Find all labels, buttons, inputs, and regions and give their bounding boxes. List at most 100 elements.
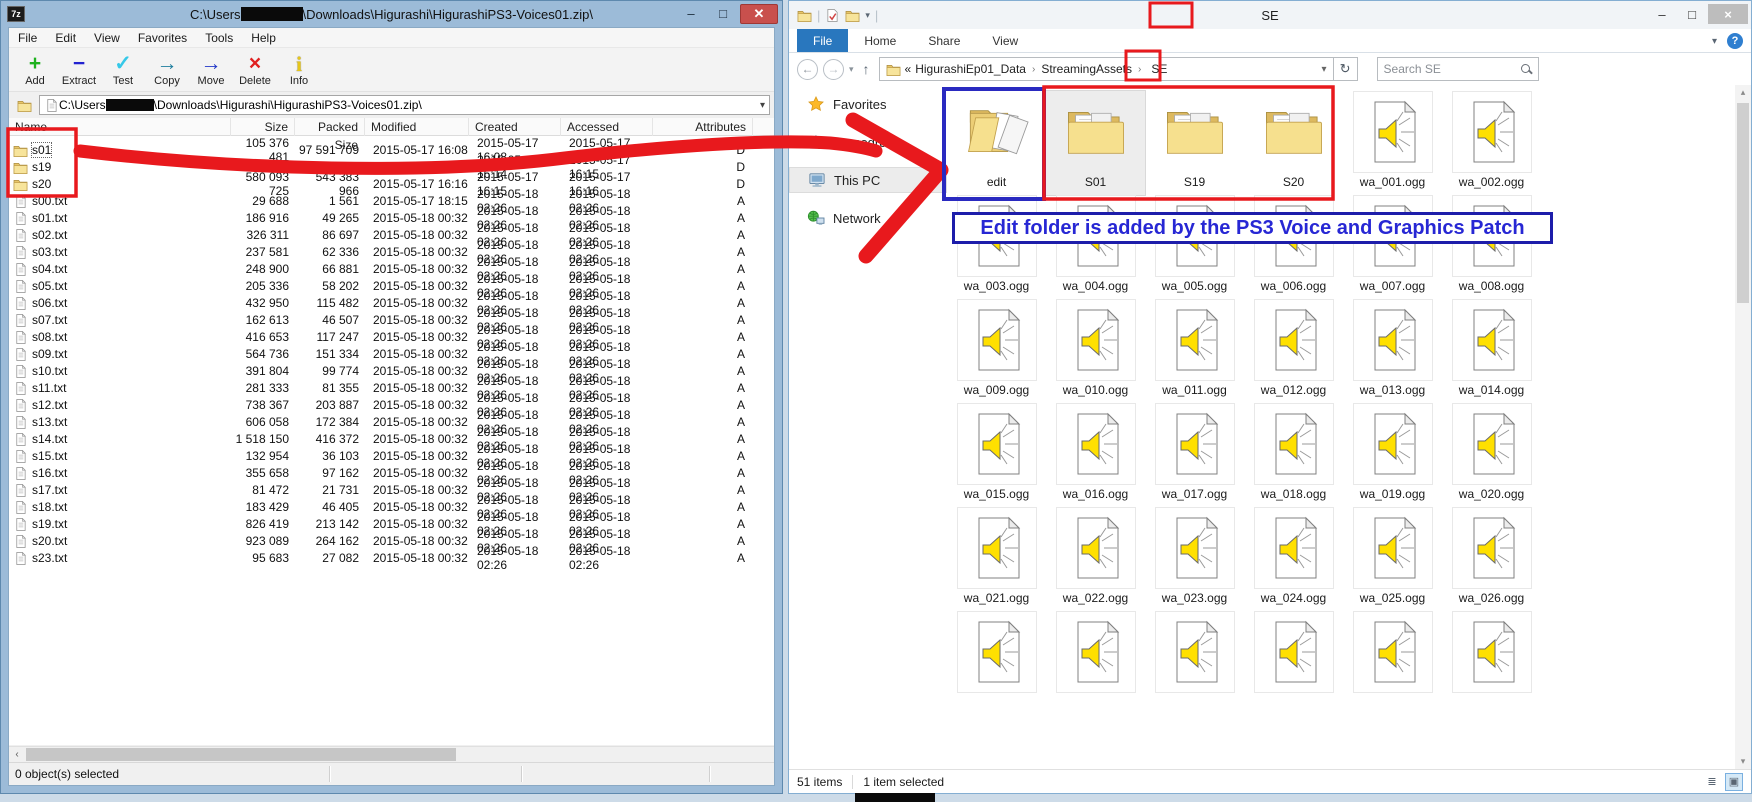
list-item-wa_004-ogg[interactable]: wa_004.ogg bbox=[1046, 195, 1145, 299]
scroll-left-arrow-icon[interactable]: ‹ bbox=[9, 747, 25, 762]
list-item-wa_011-ogg[interactable]: wa_011.ogg bbox=[1145, 299, 1244, 403]
tab-share[interactable]: Share bbox=[912, 29, 976, 52]
column-header-attributes[interactable]: Attributes bbox=[653, 118, 753, 136]
list-item-wa_019-ogg[interactable]: wa_019.ogg bbox=[1343, 403, 1442, 507]
list-item-wa_005-ogg[interactable]: wa_005.ogg bbox=[1145, 195, 1244, 299]
column-header-packed-size[interactable]: Packed Size bbox=[295, 118, 365, 136]
back-button[interactable]: ← bbox=[797, 59, 818, 80]
qat-new-folder-icon[interactable] bbox=[845, 9, 860, 22]
address-bar[interactable]: « HigurashiEp01_Data › StreamingAssets ›… bbox=[879, 57, 1334, 81]
menu-item-help[interactable]: Help bbox=[242, 29, 285, 47]
list-item-partial[interactable] bbox=[1244, 611, 1343, 715]
breadcrumb-overflow[interactable]: « bbox=[905, 62, 912, 76]
list-item-partial[interactable] bbox=[1442, 611, 1541, 715]
tab-home[interactable]: Home bbox=[848, 29, 912, 52]
breadcrumb-item-se[interactable]: SE bbox=[1147, 61, 1171, 77]
seven-zip-titlebar[interactable]: 7z C:\Users\Downloads\Higurashi\Higurash… bbox=[1, 1, 782, 27]
menu-item-edit[interactable]: Edit bbox=[46, 29, 85, 47]
list-item-wa_002-ogg[interactable]: wa_002.ogg bbox=[1442, 91, 1541, 195]
scroll-up-arrow-icon[interactable]: ▴ bbox=[1735, 85, 1751, 100]
tab-view[interactable]: View bbox=[976, 29, 1034, 52]
extract-button[interactable]: −Extract bbox=[57, 50, 101, 90]
tab-file[interactable]: File bbox=[797, 29, 848, 52]
list-item-wa_013-ogg[interactable]: wa_013.ogg bbox=[1343, 299, 1442, 403]
list-item-wa_025-ogg[interactable]: wa_025.ogg bbox=[1343, 507, 1442, 611]
list-item-s20[interactable]: S20 bbox=[1244, 91, 1343, 195]
delete-button[interactable]: ×Delete bbox=[233, 50, 277, 90]
list-item-wa_009-ogg[interactable]: wa_009.ogg bbox=[947, 299, 1046, 403]
forward-button[interactable]: → bbox=[823, 59, 844, 80]
column-header-size[interactable]: Size bbox=[231, 118, 295, 136]
list-item-wa_021-ogg[interactable]: wa_021.ogg bbox=[947, 507, 1046, 611]
help-icon[interactable]: ? bbox=[1727, 33, 1743, 49]
archive-path-combobox[interactable]: C:\Users\Downloads\Higurashi\HigurashiPS… bbox=[39, 95, 770, 115]
column-header-modified[interactable]: Modified bbox=[365, 118, 469, 136]
large-icons-view-button[interactable]: ▣ bbox=[1725, 773, 1743, 791]
list-item-wa_001-ogg[interactable]: wa_001.ogg bbox=[1343, 91, 1442, 195]
list-item-wa_007-ogg[interactable]: wa_007.ogg bbox=[1343, 195, 1442, 299]
breadcrumb-item[interactable]: StreamingAssets bbox=[1041, 62, 1132, 76]
menu-item-favorites[interactable]: Favorites bbox=[129, 29, 196, 47]
move-button[interactable]: →Move bbox=[189, 50, 233, 90]
test-button[interactable]: ✓Test bbox=[101, 50, 145, 90]
close-button[interactable]: × bbox=[1708, 4, 1748, 24]
scroll-down-arrow-icon[interactable]: ▾ bbox=[1735, 754, 1751, 769]
table-row[interactable]: s01105 376 48197 591 7092015-05-17 16:08… bbox=[9, 136, 774, 153]
list-item-wa_014-ogg[interactable]: wa_014.ogg bbox=[1442, 299, 1541, 403]
search-input[interactable]: Search SE bbox=[1377, 57, 1539, 81]
close-button[interactable]: ✕ bbox=[740, 4, 778, 24]
list-item-wa_016-ogg[interactable]: wa_016.ogg bbox=[1046, 403, 1145, 507]
list-item-wa_012-ogg[interactable]: wa_012.ogg bbox=[1244, 299, 1343, 403]
list-item-wa_017-ogg[interactable]: wa_017.ogg bbox=[1145, 403, 1244, 507]
list-item-wa_008-ogg[interactable]: wa_008.ogg bbox=[1442, 195, 1541, 299]
qat-properties-icon[interactable] bbox=[825, 9, 840, 22]
list-item-wa_006-ogg[interactable]: wa_006.ogg bbox=[1244, 195, 1343, 299]
minimize-button[interactable]: – bbox=[676, 4, 706, 24]
qat-customize-chevron-icon[interactable]: ▾ bbox=[865, 10, 870, 21]
menu-item-tools[interactable]: Tools bbox=[196, 29, 242, 47]
sidebar-item-this-pc[interactable]: This PC bbox=[789, 167, 947, 193]
list-item-partial[interactable] bbox=[1046, 611, 1145, 715]
refresh-button[interactable]: ↻ bbox=[1334, 57, 1358, 81]
sidebar-item-favorites[interactable]: Favorites bbox=[789, 91, 947, 117]
copy-button[interactable]: →Copy bbox=[145, 50, 189, 90]
list-item-wa_022-ogg[interactable]: wa_022.ogg bbox=[1046, 507, 1145, 611]
list-item-wa_024-ogg[interactable]: wa_024.ogg bbox=[1244, 507, 1343, 611]
add-button[interactable]: +Add bbox=[13, 50, 57, 90]
scrollbar-thumb[interactable] bbox=[1737, 103, 1749, 303]
list-item-wa_026-ogg[interactable]: wa_026.ogg bbox=[1442, 507, 1541, 611]
list-item-edit[interactable]: edit bbox=[947, 91, 1046, 195]
column-header-created[interactable]: Created bbox=[469, 118, 561, 136]
horizontal-scrollbar[interactable]: ‹ bbox=[9, 746, 774, 762]
scrollbar-thumb[interactable] bbox=[26, 748, 456, 761]
sidebar-item-homegroup[interactable]: Homegroup bbox=[789, 129, 947, 155]
column-header-name[interactable]: Name bbox=[9, 118, 231, 136]
folder-up-button[interactable] bbox=[13, 95, 35, 115]
up-button[interactable]: ↑ bbox=[859, 61, 874, 77]
list-item-partial[interactable] bbox=[1343, 611, 1442, 715]
list-item-wa_023-ogg[interactable]: wa_023.ogg bbox=[1145, 507, 1244, 611]
address-dropdown-chevron-icon[interactable]: ▾ bbox=[1322, 64, 1327, 75]
list-item-wa_010-ogg[interactable]: wa_010.ogg bbox=[1046, 299, 1145, 403]
minimize-button[interactable]: – bbox=[1648, 4, 1676, 24]
list-item-wa_018-ogg[interactable]: wa_018.ogg bbox=[1244, 403, 1343, 507]
sidebar-item-network[interactable]: Network bbox=[789, 205, 947, 231]
list-item-wa_015-ogg[interactable]: wa_015.ogg bbox=[947, 403, 1046, 507]
ribbon-collapse-chevron-icon[interactable]: ▾ bbox=[1712, 36, 1717, 47]
chevron-down-icon[interactable]: ▾ bbox=[760, 100, 765, 111]
vertical-scrollbar[interactable]: ▴ ▾ bbox=[1735, 85, 1751, 769]
list-item-partial[interactable] bbox=[1145, 611, 1244, 715]
maximize-button[interactable]: □ bbox=[1678, 4, 1706, 24]
explorer-titlebar[interactable]: | ▾ | SE – □ × bbox=[789, 1, 1751, 29]
list-item-partial[interactable] bbox=[947, 611, 1046, 715]
column-header-accessed[interactable]: Accessed bbox=[561, 118, 653, 136]
list-item-s01[interactable]: S01 bbox=[1046, 91, 1145, 195]
menu-item-file[interactable]: File bbox=[9, 29, 46, 47]
recent-locations-chevron-icon[interactable]: ▾ bbox=[849, 64, 854, 75]
details-view-button[interactable]: ≣ bbox=[1703, 773, 1721, 791]
info-button[interactable]: iInfo bbox=[277, 50, 321, 90]
breadcrumb-item[interactable]: HigurashiEp01_Data bbox=[915, 62, 1026, 76]
maximize-button[interactable]: □ bbox=[708, 4, 738, 24]
list-item-s19[interactable]: S19 bbox=[1145, 91, 1244, 195]
list-item-wa_020-ogg[interactable]: wa_020.ogg bbox=[1442, 403, 1541, 507]
